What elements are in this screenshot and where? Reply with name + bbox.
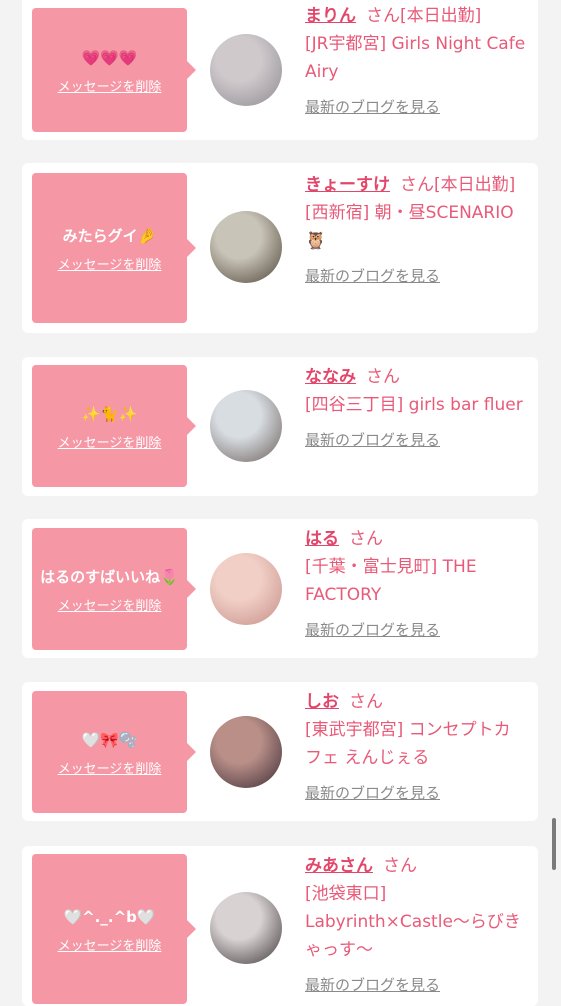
delete-message-link[interactable]: メッセージを削除 (58, 758, 162, 777)
avatar[interactable] (210, 390, 282, 462)
profile-info: はる さん [千葉・富士見町] THE FACTORY 最新のブログを見る (305, 525, 527, 640)
profile-name-link[interactable]: みあさん (305, 856, 373, 876)
list-item: 🤍^._.^b🤍 メッセージを削除 みあさん さん [池袋東口] Labyrinth×C… (22, 846, 538, 1006)
list-item: ✨🐈✨ メッセージを削除 ななみ さん [四谷三丁目] girls bar fluer 最… (22, 357, 538, 496)
list-item: はるのすばいいね🌷 メッセージを削除 はる さん [千葉・富士見町] THE FACTO… (22, 519, 538, 658)
latest-blog-link[interactable]: 最新のブログを見る (305, 429, 440, 450)
avatar[interactable] (210, 716, 282, 788)
message-text: はるのすばいいね🌷 (40, 567, 179, 586)
message-text: 🤍^._.^b🤍 (63, 907, 156, 926)
list-item: みたらグイ🤌 メッセージを削除 きょーすけ さん[本日出勤] [西新宿] 朝・昼SCEN… (22, 163, 538, 333)
profile-name-link[interactable]: ななみ (305, 367, 356, 387)
scrollbar[interactable] (552, 818, 556, 870)
shop-name: [東武宇都宮] コンセプトカフェ えんじぇる (305, 720, 511, 768)
work-status: [本日出勤] (434, 175, 516, 195)
name-line: まりん さん[本日出勤] (305, 2, 527, 30)
avatar[interactable] (210, 34, 282, 106)
list-item: 🤍🎀🫧 メッセージを削除 しお さん [東武宇都宮] コンセプトカフェ えんじぇる最新の… (22, 682, 538, 821)
avatar[interactable] (210, 553, 282, 625)
message-bubble: 🤍🎀🫧 メッセージを削除 (32, 691, 196, 813)
message-text: ✨🐈✨ (81, 404, 138, 423)
honorific: さん (383, 856, 417, 876)
favorite-list: 💗💗💗 メッセージを削除 まりん さん[本日出勤] [JR宇都宮] Girls Nigh… (0, 0, 561, 1006)
delete-message-link[interactable]: メッセージを削除 (58, 432, 162, 451)
work-status: [本日出勤] (400, 6, 482, 26)
delete-message-link[interactable]: メッセージを削除 (58, 595, 162, 614)
profile-name-link[interactable]: しお (305, 692, 339, 712)
latest-blog-link[interactable]: 最新のブログを見る (305, 782, 440, 803)
latest-blog-link[interactable]: 最新のブログを見る (305, 974, 440, 995)
shop-name: [JR宇都宮] Girls Night Cafe Airy (305, 34, 526, 82)
message-bubble: はるのすばいいね🌷 メッセージを削除 (32, 528, 196, 650)
profile-info: ななみ さん [四谷三丁目] girls bar fluer 最新のブログを見る (305, 363, 527, 450)
honorific: さん (366, 6, 400, 26)
latest-blog-link[interactable]: 最新のブログを見る (305, 265, 440, 286)
shop-name: [四谷三丁目] girls bar fluer (305, 395, 523, 415)
list-item: 💗💗💗 メッセージを削除 まりん さん[本日出勤] [JR宇都宮] Girls Nigh… (22, 0, 538, 140)
name-line: みあさん さん (305, 852, 527, 880)
honorific: さん (349, 529, 383, 549)
shop-name: [千葉・富士見町] THE FACTORY (305, 557, 477, 605)
profile-info: みあさん さん [池袋東口] Labyrinth×Castle〜らびきゃっす〜最新の… (305, 852, 527, 995)
message-bubble: 💗💗💗 メッセージを削除 (32, 8, 196, 132)
message-bubble: みたらグイ🤌 メッセージを削除 (32, 173, 196, 323)
message-text: 💗💗💗 (81, 48, 138, 67)
profile-name-link[interactable]: はる (305, 529, 339, 549)
profile-info: まりん さん[本日出勤] [JR宇都宮] Girls Night Cafe Airy… (305, 2, 527, 117)
honorific: さん (349, 692, 383, 712)
message-text: 🤍🎀🫧 (81, 730, 138, 749)
avatar[interactable] (210, 211, 282, 283)
delete-message-link[interactable]: メッセージを削除 (58, 254, 162, 273)
delete-message-link[interactable]: メッセージを削除 (58, 935, 162, 954)
profile-name-link[interactable]: きょーすけ (305, 175, 390, 195)
honorific: さん (366, 367, 400, 387)
shop-name: [西新宿] 朝・昼SCENARIO🦉 (305, 203, 514, 251)
latest-blog-link[interactable]: 最新のブログを見る (305, 96, 440, 117)
message-text: みたらグイ🤌 (62, 226, 157, 245)
profile-name-link[interactable]: まりん (305, 6, 356, 26)
name-line: はる さん (305, 525, 527, 553)
name-line: ななみ さん (305, 363, 527, 391)
honorific: さん (400, 175, 434, 195)
message-bubble: ✨🐈✨ メッセージを削除 (32, 365, 196, 487)
shop-name: [池袋東口] Labyrinth×Castle〜らびきゃっす〜 (305, 884, 521, 960)
avatar[interactable] (210, 892, 282, 964)
latest-blog-link[interactable]: 最新のブログを見る (305, 619, 440, 640)
profile-info: きょーすけ さん[本日出勤] [西新宿] 朝・昼SCENARIO🦉 最新のブログを見る (305, 171, 527, 286)
delete-message-link[interactable]: メッセージを削除 (58, 76, 162, 95)
profile-info: しお さん [東武宇都宮] コンセプトカフェ えんじぇる最新のブログを見る (305, 688, 527, 803)
message-bubble: 🤍^._.^b🤍 メッセージを削除 (32, 854, 196, 1004)
name-line: しお さん (305, 688, 527, 716)
name-line: きょーすけ さん[本日出勤] (305, 171, 527, 199)
